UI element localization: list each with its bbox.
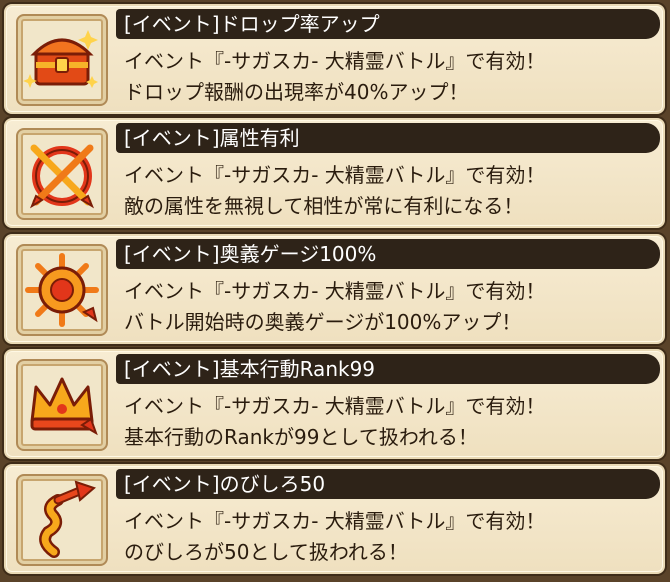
effect-description-line-2: ドロップ報酬の出現率が40%アップ！ xyxy=(124,80,469,104)
effect-description-line-1: イベント『-サガスカ- 大精霊バトル』で有効！ xyxy=(124,49,546,73)
icon-frame xyxy=(16,474,108,566)
effect-description-line-2: 敵の属性を無視して相性が常に有利になる！ xyxy=(124,194,524,218)
effect-description-line-2: バトル開始時の奥義ゲージが100%アップ！ xyxy=(124,310,522,334)
effect-description-line-1: イベント『-サガスカ- 大精霊バトル』で有効！ xyxy=(124,279,546,303)
icon-frame xyxy=(16,128,108,220)
effect-description-line-1: イベント『-サガスカ- 大精霊バトル』で有効！ xyxy=(124,509,546,533)
effect-description: イベント『-サガスカ- 大精霊バトル』で有効！ 敵の属性を無視して相性が常に有利… xyxy=(124,160,654,222)
effect-card-drop-rate: [イベント]ドロップ率アップ イベント『-サガスカ- 大精霊バトル』で有効！ ド… xyxy=(4,4,665,114)
effect-description-line-1: イベント『-サガスカ- 大精霊バトル』で有効！ xyxy=(124,163,546,187)
event-effect-list: [イベント]ドロップ率アップ イベント『-サガスカ- 大精霊バトル』で有効！ ド… xyxy=(0,0,670,582)
effect-card-nobishiro: [イベント]のびしろ50 イベント『-サガスカ- 大精霊バトル』で有効！ のびし… xyxy=(4,464,665,574)
effect-card-element-advantage: [イベント]属性有利 イベント『-サガスカ- 大精霊バトル』で有効！ 敵の属性を… xyxy=(4,118,665,228)
effect-title: [イベント]属性有利 xyxy=(116,123,660,153)
icon-frame xyxy=(16,359,108,451)
effect-title: [イベント]基本行動Rank99 xyxy=(116,354,660,384)
effect-description: イベント『-サガスカ- 大精霊バトル』で有効！ ドロップ報酬の出現率が40%アッ… xyxy=(124,46,654,108)
effect-title: [イベント]奥義ゲージ100% xyxy=(116,239,660,269)
effect-description: イベント『-サガスカ- 大精霊バトル』で有効！ バトル開始時の奥義ゲージが100… xyxy=(124,276,654,338)
effect-card-ougi-gauge: [イベント]奥義ゲージ100% イベント『-サガスカ- 大精霊バトル』で有効！ … xyxy=(4,234,665,344)
effect-description-line-2: のびしろが50として扱われる！ xyxy=(124,540,408,564)
effect-title: [イベント]のびしろ50 xyxy=(116,469,660,499)
crown-icon xyxy=(30,377,98,436)
effect-description-line-2: 基本行動のRankが99として扱われる！ xyxy=(124,425,478,449)
effect-card-basic-action-rank: [イベント]基本行動Rank99 イベント『-サガスカ- 大精霊バトル』で有効！… xyxy=(4,349,665,459)
effect-title: [イベント]ドロップ率アップ xyxy=(116,9,660,39)
crossed-arrows-icon xyxy=(29,144,95,209)
icon-frame xyxy=(16,244,108,336)
effect-description-line-1: イベント『-サガスカ- 大精霊バトル』で有効！ xyxy=(124,394,546,418)
icon-frame xyxy=(16,14,108,106)
spiral-arrow-icon xyxy=(39,480,96,558)
effect-description: イベント『-サガスカ- 大精霊バトル』で有効！ のびしろが50として扱われる！ xyxy=(124,506,654,568)
treasure-chest-icon xyxy=(23,30,98,88)
effect-description: イベント『-サガスカ- 大精霊バトル』で有効！ 基本行動のRankが99として扱… xyxy=(124,391,654,453)
burst-wheel-icon xyxy=(25,253,99,327)
